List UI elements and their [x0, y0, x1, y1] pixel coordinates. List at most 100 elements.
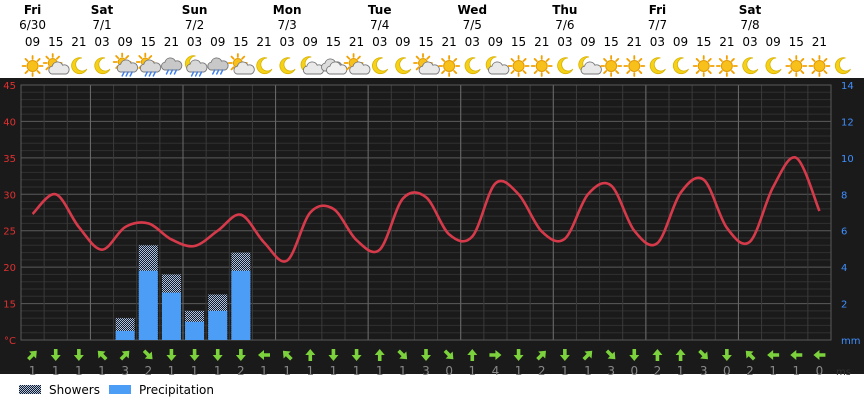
hour-label: 21: [534, 35, 549, 49]
hour-label: 15: [233, 35, 248, 49]
y-right-tick: 6: [841, 227, 847, 238]
day-name: Fri: [24, 3, 41, 17]
precipitation-bar: [231, 270, 251, 340]
hour-label: 15: [789, 35, 804, 49]
hour-label: 03: [650, 35, 665, 49]
sun-icon: [692, 55, 715, 77]
hour-label: 03: [557, 35, 572, 49]
hour-label: 09: [766, 35, 781, 49]
hour-label: 15: [48, 35, 63, 49]
hour-label: 09: [210, 35, 225, 49]
legend-swatch-showers: [19, 385, 41, 394]
wind-speed: 1: [29, 364, 37, 378]
moon-icon: [372, 57, 389, 75]
wind-speed: 1: [214, 364, 222, 378]
wind-speed: 2: [237, 364, 245, 378]
sun-cloud-rain-icon: [112, 52, 139, 77]
hour-label: 21: [349, 35, 364, 49]
day-date: 7/2: [185, 18, 204, 32]
cloud-icon: [321, 58, 348, 75]
day-date: 7/6: [555, 18, 574, 32]
y-right-tick: 10: [841, 154, 854, 165]
y-right-tick: 12: [841, 117, 854, 128]
y-right-tick: 2: [841, 300, 847, 311]
wind-speed: 1: [283, 364, 291, 378]
precipitation-bar: [161, 292, 181, 340]
day-date: 7/3: [277, 18, 296, 32]
day-name: Tue: [368, 3, 392, 17]
day-date: 7/7: [648, 18, 667, 32]
forecast-chart: Fri6/3009 15 21Sat7/103 09 15 21Sun7/203 09 15 2…: [0, 3, 864, 397]
sun-cloud-icon: [227, 53, 255, 75]
precipitation-bar: [115, 330, 135, 340]
day-name: Mon: [273, 3, 302, 17]
wind-speed: 3: [607, 364, 615, 378]
legend-label-showers: Showers: [49, 383, 100, 397]
day-date: 7/1: [92, 18, 111, 32]
moon-icon: [834, 57, 851, 75]
day-date: 6/30: [19, 18, 46, 32]
hour-label: 21: [719, 35, 734, 49]
sun-icon: [808, 55, 831, 77]
sun-cloud-icon: [42, 53, 70, 75]
day-date: 7/4: [370, 18, 389, 32]
moon-icon: [464, 57, 481, 75]
hour-label: 15: [696, 35, 711, 49]
moon-icon: [742, 57, 759, 75]
wind-speed: 1: [561, 364, 569, 378]
cloud-rain-icon: [161, 57, 183, 75]
hour-label: 03: [465, 35, 480, 49]
hour-label: 21: [71, 35, 86, 49]
y-left-tick: 35: [3, 154, 16, 165]
sun-icon: [785, 55, 808, 77]
wind-speed: 2: [746, 364, 754, 378]
hour-label: 03: [742, 35, 757, 49]
hour-label: 15: [418, 35, 433, 49]
y-right-tick: 14: [841, 81, 854, 92]
moon-icon: [279, 57, 296, 75]
hour-label: 09: [118, 35, 133, 49]
wind-speed: 0: [445, 364, 453, 378]
legend-label-precipitation: Precipitation: [139, 383, 214, 397]
moon-icon: [256, 57, 273, 75]
hour-label: 21: [256, 35, 271, 49]
sun-icon: [21, 55, 44, 77]
moon-cloud-icon: [578, 56, 602, 75]
moon-cloud-icon: [300, 56, 325, 75]
wind-speed: 4: [492, 364, 500, 378]
hour-label: 15: [604, 35, 619, 49]
day-name: Wed: [458, 3, 488, 17]
y-right-tick: 8: [841, 190, 847, 201]
wind-speed: 1: [52, 364, 60, 378]
day-name: Fri: [649, 3, 666, 17]
wind-speed: 0: [816, 364, 824, 378]
moon-icon: [649, 57, 666, 75]
day-name: Thu: [552, 3, 577, 17]
day-name: Sun: [182, 3, 208, 17]
sun-cloud-icon: [343, 53, 371, 75]
hour-label: 09: [580, 35, 595, 49]
wind-speed: 1: [330, 364, 338, 378]
hour-label: 21: [812, 35, 827, 49]
wind-speed: 1: [75, 364, 83, 378]
hour-label: 21: [164, 35, 179, 49]
hour-label: 15: [511, 35, 526, 49]
moon-icon: [395, 57, 412, 75]
hour-label: 03: [187, 35, 202, 49]
wind-speed: 1: [376, 364, 384, 378]
moon-icon: [71, 57, 88, 75]
wind-speed: 1: [792, 364, 800, 378]
wind-speed: 2: [538, 364, 546, 378]
wind-speed: 1: [98, 364, 106, 378]
moon-icon: [765, 57, 782, 75]
wind-speed: 1: [584, 364, 592, 378]
moon-cloud-rain-icon: [184, 55, 208, 77]
day-name: Sat: [91, 3, 114, 17]
precipitation-bar: [185, 321, 205, 340]
cloud-rain-icon: [207, 57, 229, 75]
y-left-tick: 40: [3, 117, 16, 128]
legend-swatch-precipitation: [109, 385, 131, 394]
sun-icon: [600, 55, 623, 77]
hour-label: 03: [372, 35, 387, 49]
sun-icon: [438, 55, 461, 77]
